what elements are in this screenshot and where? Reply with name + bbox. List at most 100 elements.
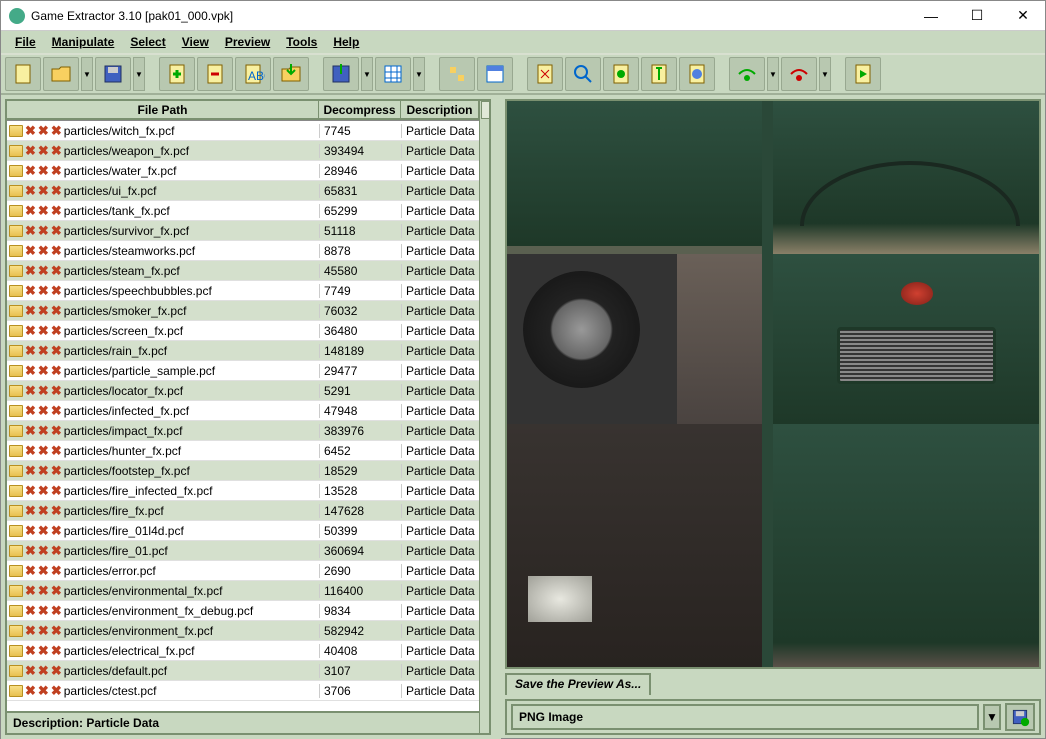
table-row[interactable]: ✖✖✖ particles/hunter_fx.pcf6452Particle … (7, 441, 479, 461)
menu-help[interactable]: Help (325, 33, 367, 51)
cell-path: ✖✖✖ particles/environment_fx.pcf (7, 624, 319, 638)
toolbar-export-button[interactable] (323, 57, 359, 91)
toolbar-table-button[interactable] (375, 57, 411, 91)
table-row[interactable]: ✖✖✖ particles/fire_infected_fx.pcf13528P… (7, 481, 479, 501)
table-row[interactable]: ✖✖✖ particles/locator_fx.pcf5291Particle… (7, 381, 479, 401)
x-icon: ✖ (38, 645, 49, 657)
toolbar-open-button[interactable] (43, 57, 79, 91)
menu-view[interactable]: View (174, 33, 217, 51)
table-row[interactable]: ✖✖✖ particles/weapon_fx.pcf393494Particl… (7, 141, 479, 161)
menu-select[interactable]: Select (122, 33, 173, 51)
table-row[interactable]: ✖✖✖ particles/fire_01.pcf360694Particle … (7, 541, 479, 561)
table-row[interactable]: ✖✖✖ particles/survivor_fx.pcf51118Partic… (7, 221, 479, 241)
menu-manipulate[interactable]: Manipulate (44, 33, 123, 51)
table-row[interactable]: ✖✖✖ particles/water_fx.pcf28946Particle … (7, 161, 479, 181)
table-row[interactable]: ✖✖✖ particles/fire_01l4d.pcf50399Particl… (7, 521, 479, 541)
x-icon: ✖ (38, 565, 49, 577)
toolbar-new-button[interactable] (5, 57, 41, 91)
toolbar-open-dropdown[interactable]: ▼ (81, 57, 93, 91)
toolbar-back-dropdown[interactable]: ▼ (819, 57, 831, 91)
toolbar-convert-dropdown[interactable]: ▼ (767, 57, 779, 91)
table-row[interactable]: ✖✖✖ particles/witch_fx.pcf7745Particle D… (7, 121, 479, 141)
cell-decompress: 582942 (319, 624, 401, 638)
toolbar-search-button[interactable] (527, 57, 563, 91)
toolbar-tool1-button[interactable] (603, 57, 639, 91)
cell-description: Particle Data (401, 364, 479, 378)
cell-description: Particle Data (401, 404, 479, 418)
toolbar-select-button[interactable] (439, 57, 475, 91)
toolbar-invert-button[interactable] (477, 57, 513, 91)
table-row[interactable]: ✖✖✖ particles/steamworks.pcf8878Particle… (7, 241, 479, 261)
maximize-button[interactable]: ☐ (963, 5, 991, 27)
titlebar: Game Extractor 3.10 [pak01_000.vpk] — ☐ … (1, 1, 1045, 31)
folder-icon (9, 145, 23, 157)
file-path-text: particles/survivor_fx.pcf (64, 224, 189, 238)
cell-path: ✖✖✖ particles/screen_fx.pcf (7, 324, 319, 338)
table-row[interactable]: ✖✖✖ particles/impact_fx.pcf383976Particl… (7, 421, 479, 441)
toolbar-find-button[interactable] (565, 57, 601, 91)
save-format-select[interactable]: PNG Image (511, 704, 979, 730)
toolbar-replace-button[interactable] (273, 57, 309, 91)
table-row[interactable]: ✖✖✖ particles/tank_fx.pcf65299Particle D… (7, 201, 479, 221)
file-path-text: particles/rain_fx.pcf (64, 344, 167, 358)
menu-preview[interactable]: Preview (217, 33, 278, 51)
cell-description: Particle Data (401, 264, 479, 278)
menu-file[interactable]: File (7, 33, 44, 51)
table-row[interactable]: ✖✖✖ particles/ctest.pcf3706Particle Data (7, 681, 479, 701)
close-button[interactable]: ✕ (1009, 5, 1037, 27)
scroll-thumb[interactable] (481, 101, 491, 119)
save-preview-button[interactable] (1005, 703, 1035, 731)
cell-description: Particle Data (401, 504, 479, 518)
x-icon: ✖ (25, 565, 36, 577)
table-row[interactable]: ✖✖✖ particles/smoker_fx.pcf76032Particle… (7, 301, 479, 321)
column-header-decompress[interactable]: Decompress (319, 101, 401, 120)
cell-description: Particle Data (401, 304, 479, 318)
toolbar-tool2-button[interactable] (641, 57, 677, 91)
menu-tools[interactable]: Tools (278, 33, 325, 51)
cell-description: Particle Data (401, 524, 479, 538)
table-row[interactable]: ✖✖✖ particles/fire_fx.pcf147628Particle … (7, 501, 479, 521)
x-icon: ✖ (38, 285, 49, 297)
folder-icon (9, 605, 23, 617)
table-row[interactable]: ✖✖✖ particles/error.pcf2690Particle Data (7, 561, 479, 581)
x-icon: ✖ (51, 205, 62, 217)
toolbar-play-button[interactable] (845, 57, 881, 91)
toolbar-remove-button[interactable] (197, 57, 233, 91)
table-row[interactable]: ✖✖✖ particles/environmental_fx.pcf116400… (7, 581, 479, 601)
toolbar-export-dropdown[interactable]: ▼ (361, 57, 373, 91)
toolbar-add-button[interactable] (159, 57, 195, 91)
table-row[interactable]: ✖✖✖ particles/particle_sample.pcf29477Pa… (7, 361, 479, 381)
table-row[interactable]: ✖✖✖ particles/electrical_fx.pcf40408Part… (7, 641, 479, 661)
column-header-path[interactable]: File Path (7, 101, 319, 120)
toolbar-info-button[interactable] (679, 57, 715, 91)
x-icon: ✖ (51, 325, 62, 337)
table-row[interactable]: ✖✖✖ particles/ui_fx.pcf65831Particle Dat… (7, 181, 479, 201)
status-bar: Description: Particle Data (7, 711, 479, 733)
save-preview-tab[interactable]: Save the Preview As... (505, 673, 651, 695)
table-row[interactable]: ✖✖✖ particles/default.pcf3107Particle Da… (7, 661, 479, 681)
toolbar-rename-button[interactable]: ABC (235, 57, 271, 91)
table-row[interactable]: ✖✖✖ particles/steam_fx.pcf45580Particle … (7, 261, 479, 281)
table-row[interactable]: ✖✖✖ particles/footstep_fx.pcf18529Partic… (7, 461, 479, 481)
toolbar-save-button[interactable] (95, 57, 131, 91)
svg-text:ABC: ABC (248, 69, 265, 83)
toolbar-convert-button[interactable] (729, 57, 765, 91)
toolbar-table-dropdown[interactable]: ▼ (413, 57, 425, 91)
cell-path: ✖✖✖ particles/ctest.pcf (7, 684, 319, 698)
vertical-scrollbar[interactable] (479, 101, 489, 733)
column-header-description[interactable]: Description (401, 101, 479, 120)
save-format-dropdown[interactable]: ▼ (983, 704, 1001, 730)
table-row[interactable]: ✖✖✖ particles/environment_fx_debug.pcf98… (7, 601, 479, 621)
file-path-text: particles/smoker_fx.pcf (64, 304, 187, 318)
cell-path: ✖✖✖ particles/fire_01.pcf (7, 544, 319, 558)
table-row[interactable]: ✖✖✖ particles/screen_fx.pcf36480Particle… (7, 321, 479, 341)
toolbar-back-button[interactable] (781, 57, 817, 91)
table-row[interactable]: ✖✖✖ particles/infected_fx.pcf47948Partic… (7, 401, 479, 421)
table-row[interactable]: ✖✖✖ particles/speechbubbles.pcf7749Parti… (7, 281, 479, 301)
x-icon: ✖ (25, 265, 36, 277)
minimize-button[interactable]: — (917, 5, 945, 27)
table-row[interactable]: ✖✖✖ particles/rain_fx.pcf148189Particle … (7, 341, 479, 361)
x-icon: ✖ (38, 325, 49, 337)
table-row[interactable]: ✖✖✖ particles/environment_fx.pcf582942Pa… (7, 621, 479, 641)
toolbar-save-dropdown[interactable]: ▼ (133, 57, 145, 91)
